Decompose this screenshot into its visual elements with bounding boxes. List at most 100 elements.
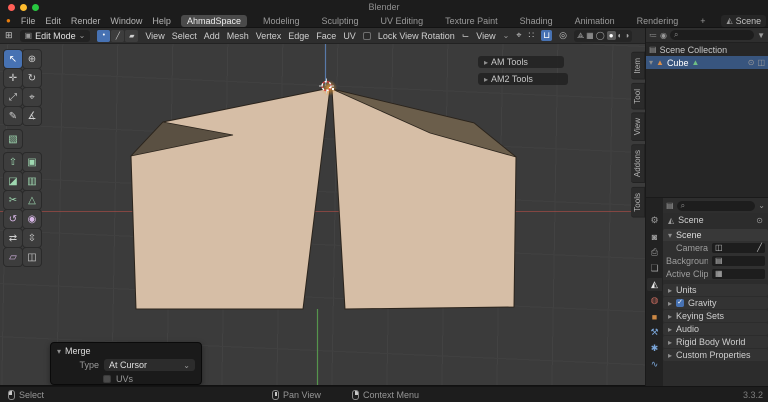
menu-file[interactable]: File: [21, 16, 36, 26]
tool-inset-faces[interactable]: ▣: [23, 153, 41, 171]
blender-logo-icon[interactable]: ●: [6, 16, 11, 25]
menu-help[interactable]: Help: [152, 16, 171, 26]
merge-type-dropdown[interactable]: At Cursor ⌄: [104, 359, 195, 371]
chevron-down-icon[interactable]: ⌄: [758, 201, 765, 210]
workspace-tab-sculpting[interactable]: Sculpting: [316, 15, 365, 27]
tool-shear[interactable]: ▱: [4, 248, 22, 266]
transform-orientation-dropdown[interactable]: View: [476, 31, 495, 41]
rigid-body-world-section-header[interactable]: ▸ Rigid Body World: [663, 336, 768, 348]
outliner-row-scene-collection[interactable]: ▤ Scene Collection: [646, 43, 768, 56]
edge-select-button[interactable]: ╱: [111, 30, 124, 42]
tab-modifier-properties[interactable]: ⚒: [647, 326, 662, 339]
merge-operator-panel[interactable]: ▾ Merge Type At Cursor ⌄ UVs: [50, 342, 202, 385]
active-clip-field[interactable]: ▦: [712, 269, 765, 279]
tab-tool-properties[interactable]: ⚙: [647, 214, 662, 227]
scene-selector[interactable]: ◭ Scene: [721, 15, 766, 27]
minimize-window-button[interactable]: [20, 4, 27, 11]
audio-section-header[interactable]: ▸ Audio: [663, 323, 768, 335]
tool-rip-region[interactable]: ◫: [23, 248, 41, 266]
close-window-button[interactable]: [8, 4, 15, 11]
face-select-button[interactable]: ▰: [125, 30, 138, 42]
editor-type-icon[interactable]: ▤: [666, 201, 674, 210]
pivot-point-icon[interactable]: ⌖: [516, 30, 521, 41]
lock-view-rotation-checkbox[interactable]: [363, 32, 371, 40]
eyedropper-icon[interactable]: ╱: [757, 243, 762, 252]
tool-smooth[interactable]: ◉: [23, 210, 41, 228]
workspace-tab-animation[interactable]: Animation: [569, 15, 621, 27]
tool-scale[interactable]: ⤢: [4, 88, 22, 106]
wireframe-shading-icon[interactable]: ◯: [596, 31, 605, 40]
tool-poly-build[interactable]: △: [23, 191, 41, 209]
menu-mesh[interactable]: Mesh: [227, 31, 249, 41]
tab-physics-properties[interactable]: ∿: [647, 358, 662, 371]
mode-dropdown[interactable]: ▣ Edit Mode ⌄: [20, 30, 91, 42]
sidebar-tab-tool[interactable]: Tool: [631, 83, 645, 110]
custom-properties-section-header[interactable]: ▸ Custom Properties: [663, 349, 768, 361]
tab-output-properties[interactable]: ⎙: [647, 246, 662, 259]
disable-render-camera-icon[interactable]: ◫: [757, 58, 765, 67]
sidebar-tab-item[interactable]: Item: [631, 52, 645, 80]
properties-search-input[interactable]: ⌕: [677, 201, 756, 211]
menu-add[interactable]: Add: [204, 31, 220, 41]
tab-scene-properties[interactable]: ◭: [647, 278, 662, 291]
display-mode-icon[interactable]: ◉: [660, 31, 667, 40]
menu-edit[interactable]: Edit: [45, 16, 61, 26]
workspace-tab-uv-editing[interactable]: UV Editing: [375, 15, 430, 27]
tab-render-properties[interactable]: ◙: [647, 230, 662, 243]
tool-shrink-fatten[interactable]: ⇳: [23, 229, 41, 247]
menu-select[interactable]: Select: [172, 31, 197, 41]
3d-viewport[interactable]: ↖ ⊕ ✛ ↻ ⤢ ⌖ ✎ ∡ ▧ ⇧ ▣ ◪ ▥ ✂ △: [0, 44, 645, 385]
snap-magnet-icon[interactable]: ⊔: [541, 30, 552, 41]
solid-shading-icon[interactable]: ●: [607, 31, 616, 40]
tool-loop-cut[interactable]: ▥: [23, 172, 41, 190]
gravity-section-header[interactable]: ▸ ✓ Gravity: [663, 297, 768, 309]
units-section-header[interactable]: ▸ Units: [663, 284, 768, 296]
tool-knife[interactable]: ✂: [4, 191, 22, 209]
pin-icon[interactable]: ⊙: [756, 216, 763, 225]
mesh-left-front-face[interactable]: [131, 88, 330, 309]
tool-bevel[interactable]: ◪: [4, 172, 22, 190]
sidebar-tab-tools[interactable]: Tools: [631, 187, 645, 218]
chevron-down-icon[interactable]: ⌄: [503, 31, 510, 40]
tab-viewlayer-properties[interactable]: ❏: [647, 262, 662, 275]
proportional-editing-icon[interactable]: ◎: [559, 30, 567, 41]
workspace-tab-shading[interactable]: Shading: [514, 15, 559, 27]
tool-edge-slide[interactable]: ⇄: [4, 229, 22, 247]
keying-sets-section-header[interactable]: ▸ Keying Sets: [663, 310, 768, 322]
material-shading-icon[interactable]: ◐: [618, 31, 623, 40]
gravity-checkbox[interactable]: ✓: [676, 299, 684, 307]
tool-extrude-region[interactable]: ⇧: [4, 153, 22, 171]
tool-move[interactable]: ✛: [4, 69, 22, 87]
snap-target-icon[interactable]: ∷: [528, 30, 534, 41]
workspace-tab-texture-paint[interactable]: Texture Paint: [439, 15, 504, 27]
sidebar-tab-view[interactable]: View: [631, 112, 645, 141]
tool-spin[interactable]: ↺: [4, 210, 22, 228]
sidebar-tab-addons[interactable]: Addons: [631, 144, 645, 183]
scene-section-header[interactable]: ▾ Scene: [663, 229, 768, 241]
menu-vertex[interactable]: Vertex: [256, 31, 282, 41]
outliner-row-cube[interactable]: ▾ ▲ Cube ▲ ⊙ ◫: [646, 56, 768, 69]
hide-viewport-eye-icon[interactable]: ⊙: [748, 58, 755, 67]
tool-cursor[interactable]: ⊕: [23, 50, 41, 68]
workspace-tab-ahmadspace[interactable]: AhmadSpace: [181, 15, 247, 27]
menu-window[interactable]: Window: [110, 16, 142, 26]
tool-select-box[interactable]: ↖: [4, 50, 22, 68]
merge-panel-header[interactable]: ▾ Merge: [57, 346, 195, 356]
outliner-search-input[interactable]: ⌕: [670, 30, 754, 40]
add-workspace-button[interactable]: +: [694, 15, 711, 27]
tool-rotate[interactable]: ↻: [23, 69, 41, 87]
zoom-window-button[interactable]: [32, 4, 39, 11]
editor-type-icon[interactable]: ≔: [649, 31, 657, 40]
rendered-shading-icon[interactable]: ◑: [624, 31, 629, 40]
vertex-select-button[interactable]: •: [97, 30, 110, 42]
background-field[interactable]: ▤: [712, 256, 765, 266]
workspace-tab-modeling[interactable]: Modeling: [257, 15, 306, 27]
tool-measure[interactable]: ∡: [23, 107, 41, 125]
tab-world-properties[interactable]: ◍: [647, 294, 662, 307]
panel-am2-tools[interactable]: ▸ AM2 Tools: [478, 73, 568, 85]
menu-edge[interactable]: Edge: [288, 31, 309, 41]
merge-uvs-checkbox[interactable]: [103, 375, 111, 383]
tab-particles-properties[interactable]: ✱: [647, 342, 662, 355]
show-gizmo-icon[interactable]: ⟁: [577, 31, 584, 41]
menu-uv[interactable]: UV: [343, 31, 356, 41]
